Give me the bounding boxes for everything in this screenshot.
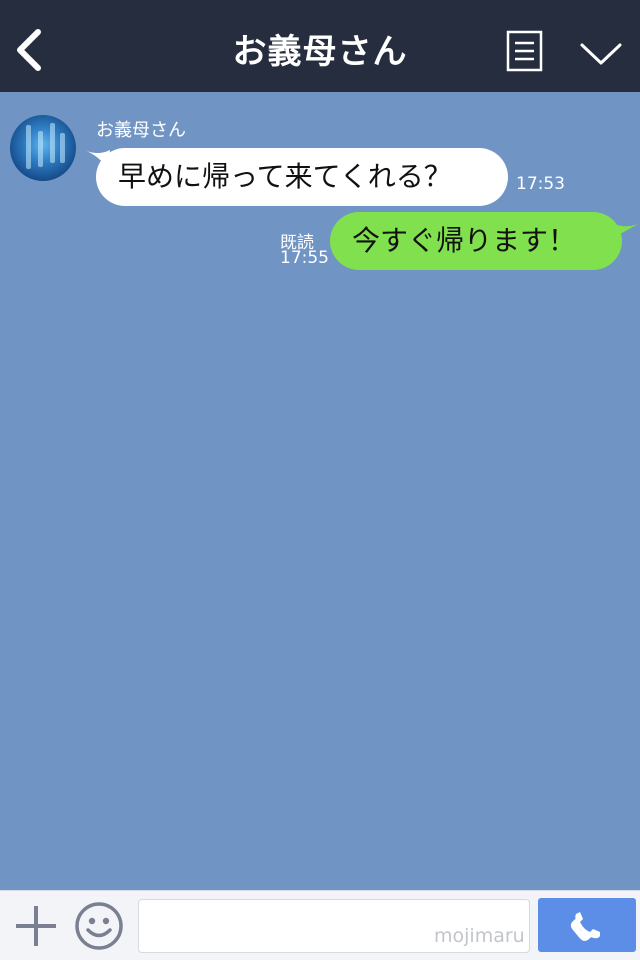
menu-button[interactable]: [506, 30, 544, 74]
chevron-down-icon: [580, 43, 622, 65]
chat-header: お義母さん: [0, 0, 640, 92]
smiley-icon: [75, 902, 123, 950]
message-bubble-outgoing[interactable]: 今すぐ帰ります！: [330, 212, 622, 270]
chat-screen: お義母さん お義母さん 早めに帰って来てくれる？ 17:53 既読 17:55: [0, 0, 640, 960]
collapse-button[interactable]: [578, 36, 624, 70]
avatar-detail: [38, 131, 43, 167]
sender-name: お義母さん: [96, 120, 186, 141]
chat-title: お義母さん: [232, 32, 408, 72]
call-button[interactable]: [538, 898, 636, 952]
avatar-detail: [60, 133, 65, 163]
add-button[interactable]: [14, 903, 58, 949]
message-time: 17:53: [516, 174, 565, 194]
watermark-text: mojimaru: [434, 925, 525, 947]
list-icon: [506, 30, 543, 72]
emoji-button[interactable]: [74, 901, 124, 951]
plus-icon: [16, 906, 56, 946]
message-time: 17:55: [280, 248, 329, 268]
contact-avatar[interactable]: [10, 115, 76, 181]
phone-icon: [570, 912, 600, 941]
composer-bar: mojimaru: [0, 890, 640, 960]
avatar-detail: [50, 123, 55, 163]
message-bubble-incoming[interactable]: 早めに帰って来てくれる？: [96, 148, 508, 206]
avatar-detail: [26, 125, 31, 169]
